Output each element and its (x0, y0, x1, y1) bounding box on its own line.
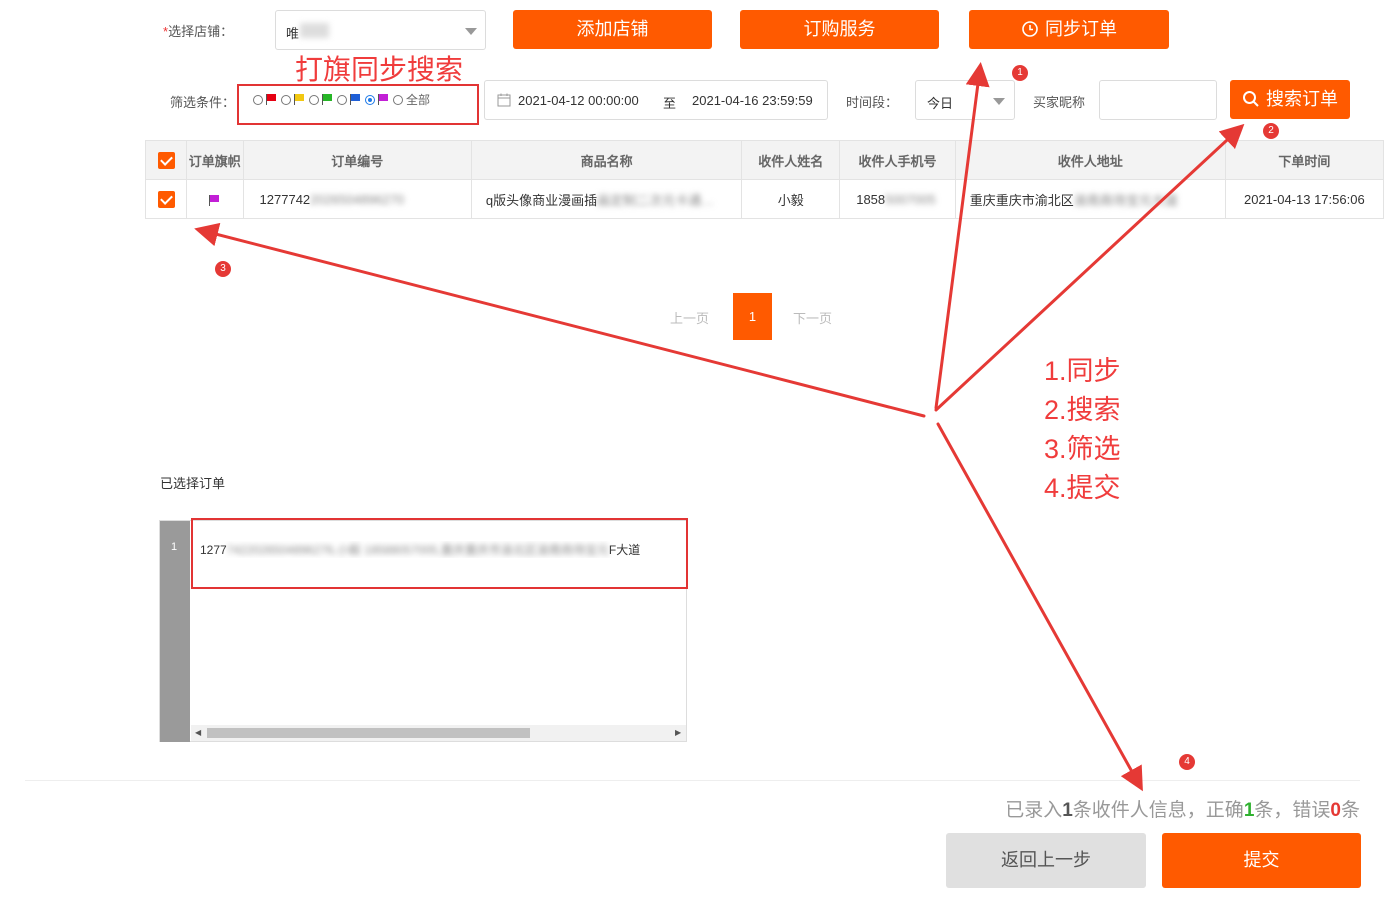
step-marker-2: 2 (1263, 123, 1279, 139)
step-marker-1: 1 (1012, 65, 1028, 81)
step-text: 3.筛选 (1044, 434, 1121, 464)
step-text: 4.提交 (1044, 473, 1121, 503)
step-marker-3: 3 (215, 261, 231, 277)
step-text: 2.搜索 (1044, 395, 1121, 425)
step-marker-4: 4 (1179, 754, 1195, 770)
annotation-arrows (194, 62, 1245, 792)
arrow-to-table (194, 222, 926, 418)
step-text: 1.同步 (1044, 356, 1121, 386)
steps-annotation: 1.同步 2.搜索 3.筛选 4.提交 (1044, 352, 1121, 508)
arrow-to-sync (934, 62, 990, 410)
